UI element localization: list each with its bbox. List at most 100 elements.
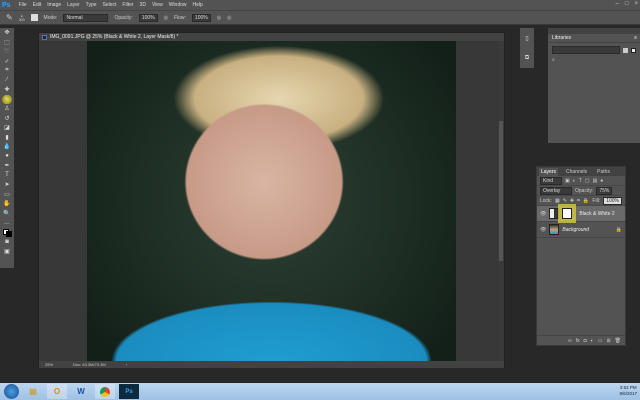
filter-pixel-icon[interactable]: ▣	[565, 178, 570, 184]
menu-window[interactable]: Window	[169, 2, 187, 8]
visibility-eye-icon[interactable]: 👁	[540, 227, 546, 233]
brush-panel-icon[interactable]	[30, 14, 38, 21]
pressure-size-icon[interactable]: ◎	[227, 15, 231, 21]
eraser-tool-icon[interactable]: ◪	[0, 123, 14, 133]
gradient-tool-icon[interactable]: ▮	[0, 133, 14, 143]
vertical-scrollbar[interactable]	[498, 41, 504, 361]
panel-menu-icon[interactable]: ≡	[634, 35, 637, 41]
zoom-tool-icon[interactable]: 🔍	[0, 209, 14, 219]
menu-3d[interactable]: 3D	[140, 2, 146, 8]
link-layers-icon[interactable]: ∞	[568, 338, 572, 344]
pen-tool-icon[interactable]: ✒	[0, 161, 14, 171]
filter-adjustment-icon[interactable]: ◐	[573, 178, 576, 184]
start-button[interactable]	[4, 384, 19, 399]
visibility-eye-icon[interactable]: 👁	[540, 211, 546, 217]
filter-toggle-icon[interactable]: ●	[600, 178, 603, 184]
status-menu-arrow-icon[interactable]: ›	[126, 362, 127, 367]
marquee-tool-icon[interactable]: ⬚	[0, 38, 14, 48]
history-panel-icon[interactable]: ▯	[520, 28, 534, 48]
filter-type-icon[interactable]: T	[579, 178, 582, 184]
properties-panel-icon[interactable]: ⧉	[520, 48, 534, 68]
close-icon[interactable]: ×	[634, 1, 638, 7]
brush-tool-icon[interactable]: ✎	[6, 13, 13, 22]
maximize-icon[interactable]: □	[625, 1, 629, 7]
grid-view-icon[interactable]	[623, 47, 628, 53]
new-layer-icon[interactable]: ⊞	[606, 338, 610, 344]
lock-pixels-icon[interactable]: ✎	[563, 198, 567, 204]
scrollbar-thumb[interactable]	[499, 121, 503, 261]
layer-row[interactable]: 👁 Black & White 2	[537, 206, 625, 222]
libraries-tab[interactable]: Libraries	[552, 35, 571, 41]
type-tool-icon[interactable]: T	[0, 171, 14, 181]
lock-position-icon[interactable]: ✚	[570, 198, 574, 204]
library-search-icon[interactable]: ⌕	[548, 57, 640, 63]
menu-file[interactable]: File	[19, 2, 27, 8]
extra-tools-icon[interactable]: …	[0, 218, 14, 228]
outlook-icon[interactable]: O	[47, 384, 67, 399]
shape-tool-icon[interactable]: ▭	[0, 190, 14, 200]
brush-tool-icon[interactable]: ✎	[0, 94, 14, 104]
layer-mask-thumbnail[interactable]	[562, 208, 573, 219]
filter-smart-icon[interactable]: ▤	[593, 178, 598, 184]
screen-mode-icon[interactable]: ▣	[0, 247, 14, 257]
menu-help[interactable]: Help	[193, 2, 203, 8]
layer-opacity-field[interactable]: 75%	[596, 186, 613, 195]
tab-layers[interactable]: Layers	[539, 167, 559, 176]
color-swatches[interactable]	[0, 228, 14, 238]
library-select[interactable]	[552, 46, 620, 54]
word-icon[interactable]: W	[71, 384, 91, 399]
new-group-icon[interactable]: ▭	[598, 338, 603, 344]
tab-paths[interactable]: Paths	[595, 168, 612, 176]
airbrush-icon[interactable]: ◎	[217, 15, 221, 21]
flow-field[interactable]: 100%	[191, 13, 211, 22]
menu-select[interactable]: Select	[103, 2, 117, 8]
hand-tool-icon[interactable]: ✋	[0, 199, 14, 209]
dodge-tool-icon[interactable]: ●	[0, 152, 14, 162]
path-select-tool-icon[interactable]: ➤	[0, 180, 14, 190]
blur-tool-icon[interactable]: 💧	[0, 142, 14, 152]
menu-type[interactable]: Type	[86, 2, 97, 8]
move-tool-icon[interactable]: ✥	[0, 28, 14, 38]
opacity-field[interactable]: 100%	[138, 13, 158, 22]
brush-preset-picker[interactable]: ● 300	[19, 14, 25, 22]
window-controls: – □ ×	[616, 1, 638, 7]
new-adjustment-icon[interactable]: ◐	[591, 338, 594, 344]
minimize-icon[interactable]: –	[616, 1, 619, 7]
quick-select-tool-icon[interactable]: ✓	[0, 57, 14, 67]
blend-mode-select[interactable]: Overlay	[540, 186, 572, 195]
tab-channels[interactable]: Channels	[564, 168, 589, 176]
pressure-opacity-icon[interactable]: ◎	[164, 15, 168, 21]
mode-select[interactable]: Normal	[63, 13, 109, 22]
fill-field[interactable]: 100%	[603, 196, 622, 205]
menu-edit[interactable]: Edit	[33, 2, 42, 8]
chrome-icon[interactable]	[95, 384, 115, 399]
menu-layer[interactable]: Layer	[67, 2, 80, 8]
fx-icon[interactable]: fx	[576, 338, 580, 344]
clone-stamp-tool-icon[interactable]: ♙	[0, 104, 14, 114]
add-mask-icon[interactable]: ◘	[584, 338, 587, 344]
menu-filter[interactable]: Filter	[122, 2, 133, 8]
photoshop-taskbar-icon[interactable]: Ps	[119, 384, 139, 399]
lock-transparent-icon[interactable]: ▦	[555, 198, 560, 204]
document-tab[interactable]: IMG_0091.JPG @ 25% (Black & White 2, Lay…	[39, 33, 504, 41]
image-canvas[interactable]	[87, 41, 456, 361]
system-clock[interactable]: 3:52 PM 8/6/2017	[619, 385, 637, 397]
crop-tool-icon[interactable]: ⌗	[0, 66, 14, 76]
healing-tool-icon[interactable]: ✚	[0, 85, 14, 95]
quick-mask-icon[interactable]: ◙	[0, 237, 14, 247]
filter-kind-select[interactable]: Kind	[540, 176, 562, 185]
eyedropper-tool-icon[interactable]: ⁄	[0, 76, 14, 86]
lock-artboard-icon[interactable]: ⌗	[577, 198, 580, 204]
menu-image[interactable]: Image	[47, 2, 61, 8]
delete-layer-icon[interactable]: 🗑	[615, 338, 621, 344]
lasso-tool-icon[interactable]: ➰	[0, 47, 14, 57]
layer-row[interactable]: 👁 Background 🔒	[537, 222, 625, 238]
lock-label: Lock:	[540, 197, 552, 204]
lock-all-icon[interactable]: 🔒	[583, 198, 589, 204]
menu-view[interactable]: View	[152, 2, 163, 8]
zoom-level[interactable]: 25%	[45, 362, 53, 367]
explorer-icon[interactable]: ▤	[23, 384, 43, 399]
filter-shape-icon[interactable]: ▢	[585, 178, 590, 184]
history-brush-tool-icon[interactable]: ↺	[0, 114, 14, 124]
list-view-icon[interactable]	[631, 47, 636, 53]
